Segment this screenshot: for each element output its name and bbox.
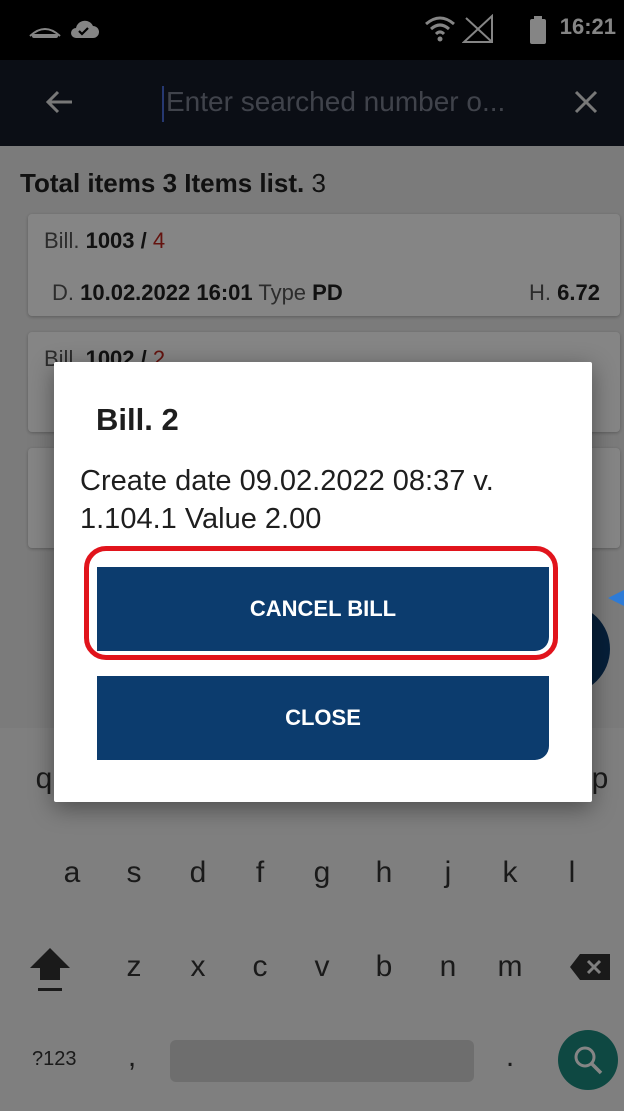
pointer-arrow-icon [608,590,624,606]
close-button[interactable]: CLOSE [97,676,549,760]
dialog-message: Create date 09.02.2022 08:37 v. 1.104.1 … [80,465,494,535]
highlight-box [84,546,558,660]
dialog-title: Bill. 2 [96,402,179,437]
